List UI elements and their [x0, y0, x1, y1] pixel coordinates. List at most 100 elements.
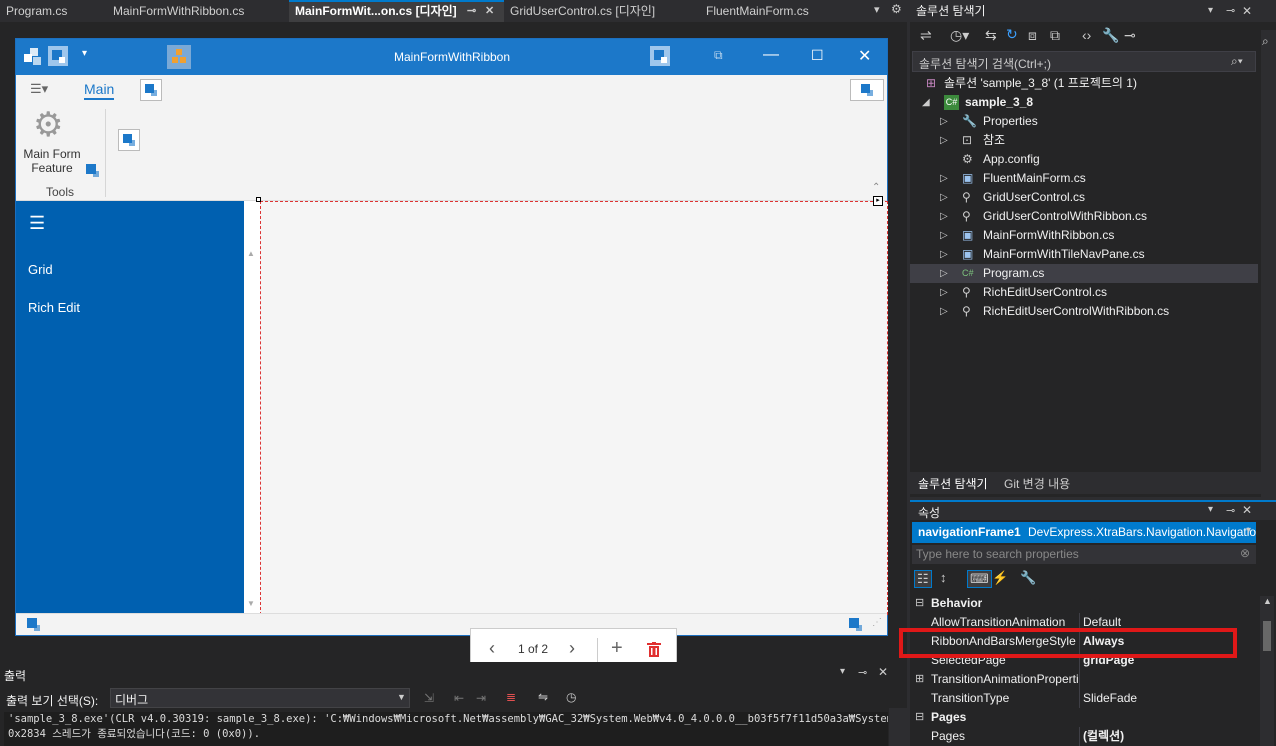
gear-icon[interactable]: ⚙ [891, 2, 902, 16]
code-view-icon[interactable]: ‹› [1082, 27, 1091, 43]
expand-icon[interactable]: ▷ [940, 226, 948, 245]
object-dropdown-icon[interactable]: ▾ [1246, 525, 1251, 536]
object-selector[interactable]: navigationFrame1 DevExpress.XtraBars.Nav… [912, 522, 1256, 543]
clear-search-icon[interactable]: ⊗ [1240, 546, 1250, 560]
panel-menu-icon[interactable]: ▾ [1208, 504, 1213, 515]
property-row[interactable]: ⊞ TransitionAnimationProperties [910, 670, 1240, 689]
nav-item-rich-edit[interactable]: Rich Edit [28, 300, 80, 315]
history-icon[interactable]: ◷▾ [950, 27, 969, 44]
tab-mainformwithribbon-cs[interactable]: MainFormWithRibbon.cs [107, 0, 287, 22]
tab-git-changes[interactable]: Git 변경 내용 [1004, 475, 1070, 492]
property-pages-icon[interactable]: 🔧 [1020, 570, 1036, 586]
next-page-icon[interactable]: › [569, 638, 575, 659]
property-row[interactable]: TransitionType SlideFade [910, 689, 1240, 708]
previous-page-icon[interactable]: ‹ [489, 638, 495, 659]
expand-icon[interactable]: ▷ [940, 131, 948, 150]
delete-page-icon[interactable] [647, 642, 661, 658]
add-status-item-icon[interactable] [26, 617, 44, 635]
tree-item[interactable]: ▷ ▣ FluentMainForm.cs [910, 169, 1258, 188]
nav-item-grid[interactable]: Grid [28, 262, 53, 277]
property-value[interactable]: (컬렉션) [1083, 727, 1124, 746]
close-icon[interactable]: ✕ [878, 665, 888, 679]
collapse-ribbon-icon[interactable]: ⌃ [872, 182, 880, 193]
qat-dropdown-icon[interactable]: ▾ [82, 48, 87, 59]
scroll-thumb[interactable] [1263, 621, 1271, 651]
add-item-icon[interactable] [650, 46, 670, 66]
restore-icon[interactable]: ⧉ [714, 48, 723, 63]
pin-icon[interactable]: ⊸ [1226, 504, 1235, 517]
quick-access-icon[interactable] [48, 46, 68, 66]
ribbon-menu-icon[interactable]: ☰▾ [30, 81, 48, 97]
add-page-icon[interactable]: + [611, 637, 623, 660]
collapse-icon[interactable]: ⊟ [915, 594, 924, 613]
expand-icon[interactable]: ▷ [940, 245, 948, 264]
refresh-icon[interactable]: ↻ [1006, 26, 1018, 43]
expanded-icon[interactable]: ◢ [922, 93, 930, 112]
tab-program-cs[interactable]: Program.cs [0, 0, 105, 22]
pin-icon[interactable]: ⊸ [858, 666, 867, 679]
property-search-box[interactable]: Type here to search properties ⊗ [912, 545, 1256, 564]
tab-dropdown-icon[interactable]: ▾ [874, 3, 880, 16]
collapse-all-icon[interactable]: ⧈ [1028, 27, 1037, 44]
search-icon[interactable]: ⌕▾ [1231, 54, 1243, 69]
tab-solution-explorer[interactable]: 솔루션 탐색기 [918, 475, 988, 492]
scroll-up-icon[interactable]: ▲ [247, 249, 255, 258]
expand-icon[interactable]: ▷ [940, 169, 948, 188]
tree-item[interactable]: ▷ ⚲ RichEditUserControl.cs [910, 283, 1258, 302]
feature-button-label[interactable]: Main Form Feature [20, 147, 84, 175]
selection-handle[interactable] [256, 197, 261, 202]
tree-item[interactable]: ▷ ⚲ GridUserControl.cs [910, 188, 1258, 207]
scroll-up-icon[interactable]: ▲ [1263, 596, 1272, 606]
scroll-down-icon[interactable]: ▼ [247, 599, 255, 608]
component-tray-icon[interactable] [167, 45, 191, 69]
categorized-icon[interactable]: ☷ [914, 570, 932, 588]
nav-scrollbar[interactable]: ▲ ▼ [244, 247, 258, 613]
prev-message-icon[interactable]: ⇤ [454, 691, 464, 705]
minimize-icon[interactable]: — [763, 46, 779, 64]
ribbon-right-add-icon[interactable] [850, 79, 884, 101]
tree-item[interactable]: ▷ ⊡ 참조 [910, 131, 1258, 150]
maximize-icon[interactable]: ☐ [811, 47, 824, 64]
tree-item[interactable]: ▷ 🔧 Properties [910, 112, 1258, 131]
property-row[interactable]: Pages (컬렉션) [910, 727, 1240, 746]
gear-icon[interactable]: ⚙ [33, 105, 63, 145]
expand-icon[interactable]: ▷ [940, 264, 948, 283]
add-page-icon[interactable] [140, 79, 162, 101]
expand-icon[interactable]: ⊞ [915, 670, 924, 689]
tree-solution-root[interactable]: ⊞ 솔루션 'sample_3_8' (1 프로젝트의 1) [910, 74, 1258, 93]
output-text[interactable]: 'sample_3_8.exe'(CLR v4.0.30319: sample_… [4, 712, 888, 746]
close-icon[interactable]: ✕ [485, 2, 494, 20]
ribbon-tab-main[interactable]: Main [84, 81, 115, 100]
properties-icon[interactable]: ⌨ [967, 570, 992, 588]
collapse-icon[interactable]: ⊟ [915, 708, 924, 727]
wrench-icon[interactable]: 🔧 [1102, 27, 1119, 44]
vs-switch-icon[interactable]: ⇌ [920, 27, 932, 44]
show-all-files-icon[interactable]: ⧉ [1050, 27, 1060, 44]
sync-icon[interactable]: ⇆ [985, 27, 997, 44]
output-source-select[interactable]: 디버그 ▼ [110, 688, 410, 708]
size-grip-icon[interactable]: ⋰ [872, 617, 882, 628]
clock-icon[interactable]: ◷ [566, 690, 576, 704]
tree-item[interactable]: ▷ ▣ MainFormWithRibbon.cs [910, 226, 1258, 245]
tree-item[interactable]: ▷ C# Program.cs [910, 264, 1258, 283]
property-category[interactable]: ⊟ Behavior [910, 594, 1240, 613]
add-group-icon[interactable] [118, 129, 140, 151]
add-item-icon[interactable] [85, 163, 103, 181]
property-value[interactable]: SlideFade [1083, 689, 1137, 708]
close-icon[interactable]: ✕ [1242, 0, 1252, 22]
word-wrap-icon[interactable]: ⇋ [538, 690, 548, 704]
tree-item[interactable]: ▷ ⚲ RichEditUserControlWithRibbon.cs [910, 302, 1258, 321]
tab-gridusercontrol-design[interactable]: GridUserControl.cs [디자인] [504, 0, 694, 22]
add-status-item-right-icon[interactable] [848, 617, 866, 635]
panel-menu-icon[interactable]: ▾ [1208, 0, 1213, 22]
tree-item[interactable]: ⚙ App.config [910, 150, 1258, 169]
side-search-icon[interactable]: ⌕ [1262, 34, 1269, 49]
expand-icon[interactable]: ▷ [940, 112, 948, 131]
properties-scrollbar[interactable]: ▲ [1260, 596, 1274, 746]
expand-icon[interactable]: ▷ [940, 283, 948, 302]
clear-all-icon[interactable]: ≣ [506, 690, 516, 704]
expand-icon[interactable]: ▷ [940, 302, 948, 321]
explorer-scrollbar[interactable] [1261, 30, 1276, 497]
next-message-icon[interactable]: ⇥ [476, 691, 486, 705]
goto-icon[interactable]: ⇲ [424, 691, 434, 705]
